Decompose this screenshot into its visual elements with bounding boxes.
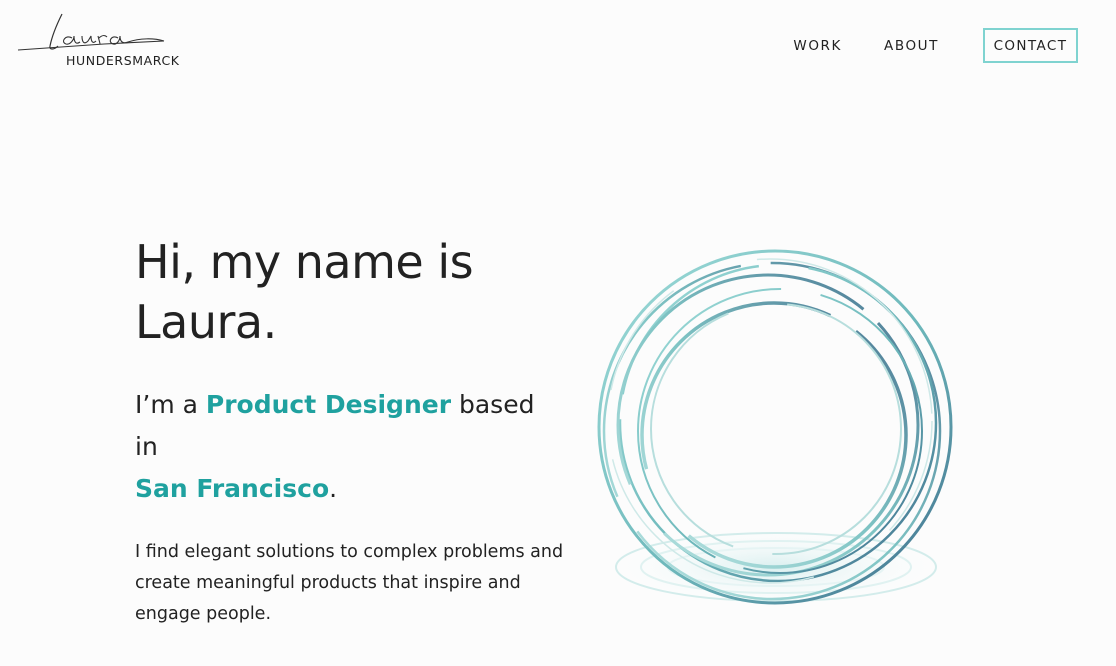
nav-about-link[interactable]: ABOUT [884,38,939,54]
hero-text: Hi, my name is Laura. I’m a Product Desi… [135,232,575,630]
city-highlight: San Francisco [135,474,330,503]
headline-line-2: Laura. [135,295,277,349]
hero-subheading: I’m a Product Designer based in San Franc… [135,384,565,510]
signature-logo-icon [17,13,165,51]
contact-button[interactable]: CONTACT [983,28,1078,63]
site-logo[interactable]: HUNDERSMARCK [14,8,184,70]
sub-suffix: . [329,474,338,503]
hero-description: I find elegant solutions to complex prob… [135,542,564,624]
hero-headline: Hi, my name is Laura. [135,232,575,352]
main-nav: WORK ABOUT CONTACT [793,28,1078,63]
sub-prefix: I’m a [135,390,206,419]
hero-illustration [590,245,960,620]
role-highlight: Product Designer [205,390,452,419]
logo-subtitle: HUNDERSMARCK [66,53,180,68]
headline-line-1: Hi, my name is [135,235,474,289]
nav-work-link[interactable]: WORK [793,38,842,54]
concentric-rings-icon [597,249,954,609]
